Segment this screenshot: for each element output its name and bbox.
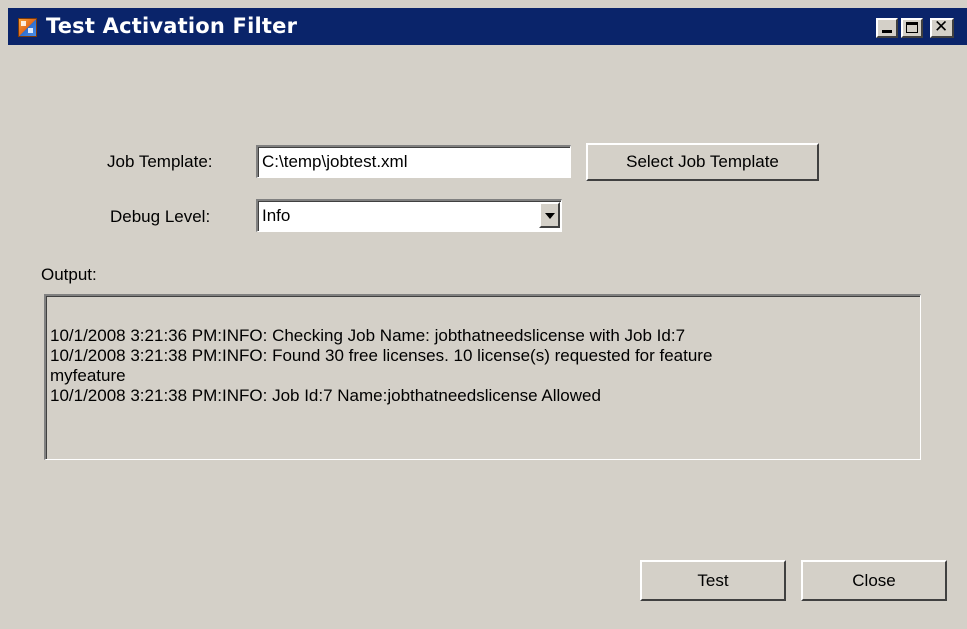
- window-title: Test Activation Filter: [46, 14, 298, 38]
- output-line: 10/1/2008 3:21:36 PM:INFO: Checking Job …: [50, 326, 686, 345]
- job-template-input[interactable]: [256, 145, 571, 178]
- output-box[interactable]: 10/1/2008 3:21:36 PM:INFO: Checking Job …: [44, 294, 921, 460]
- minimize-icon: [882, 30, 892, 33]
- chevron-down-icon: [545, 213, 555, 219]
- close-icon: ✕: [934, 17, 949, 37]
- debug-level-value: Info: [262, 206, 291, 225]
- output-line: 10/1/2008 3:21:38 PM:INFO: Job Id:7 Name…: [50, 386, 601, 405]
- close-window-button[interactable]: ✕: [930, 17, 954, 38]
- debug-level-select[interactable]: Info: [256, 199, 562, 232]
- job-template-label: Job Template:: [107, 152, 213, 171]
- minimize-button[interactable]: [876, 18, 898, 38]
- title-bar[interactable]: Test Activation Filter ✕: [8, 8, 967, 45]
- close-button-label: Close: [852, 570, 896, 590]
- output-line: 10/1/2008 3:21:38 PM:INFO: Found 30 free…: [50, 346, 713, 365]
- test-button-label: Test: [697, 570, 729, 590]
- close-button[interactable]: Close: [801, 560, 947, 601]
- app-icon: [18, 18, 37, 37]
- output-line: myfeature: [50, 366, 126, 385]
- maximize-icon: [906, 22, 918, 33]
- debug-level-label: Debug Level:: [110, 207, 211, 226]
- maximize-button[interactable]: [901, 18, 923, 38]
- output-label: Output:: [41, 265, 97, 284]
- dialog-window: Test Activation Filter ✕ Job Template: S…: [0, 0, 967, 629]
- select-job-template-label: Select Job Template: [626, 152, 779, 171]
- select-job-template-button[interactable]: Select Job Template: [586, 143, 819, 181]
- dropdown-button[interactable]: [539, 202, 560, 228]
- test-button[interactable]: Test: [640, 560, 786, 601]
